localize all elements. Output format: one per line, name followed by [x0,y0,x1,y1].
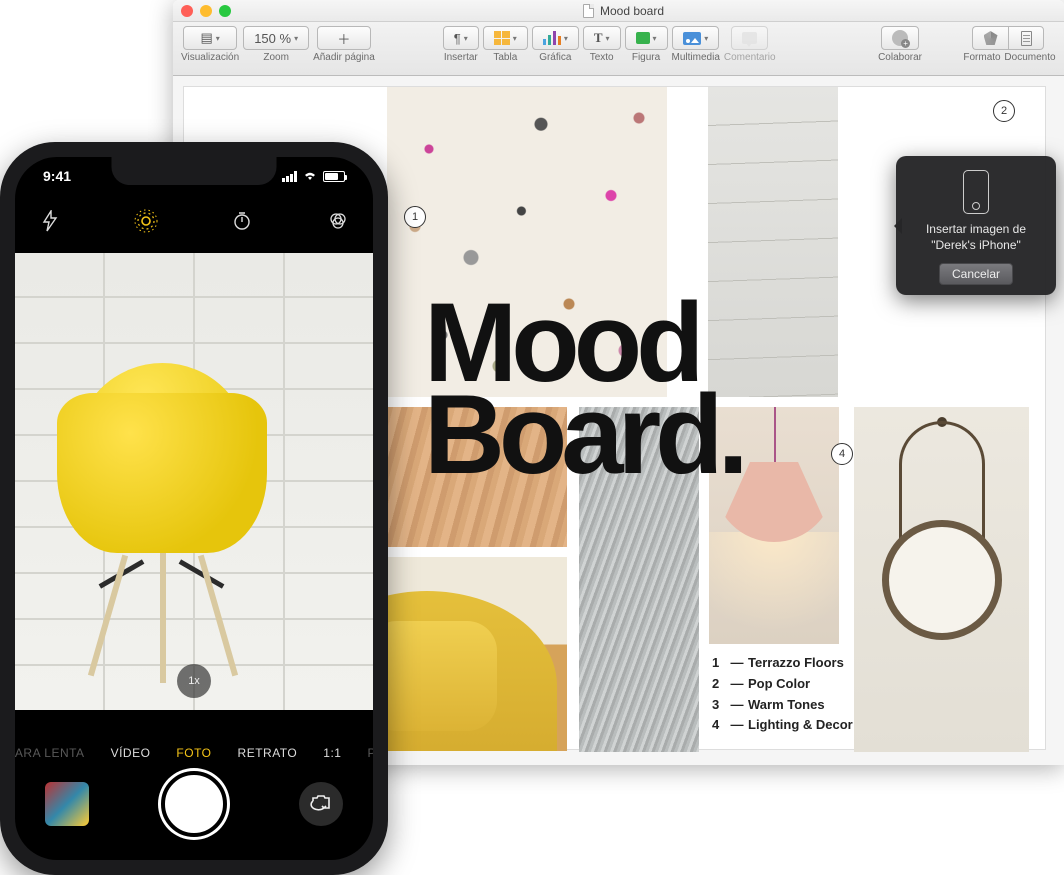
mode-photo[interactable]: FOTO [176,746,211,760]
last-photo-thumbnail[interactable] [45,782,89,826]
mirror-frame-icon [882,520,1002,640]
table-icon [494,31,510,45]
document-button[interactable] [1008,26,1044,50]
live-photo-icon[interactable] [133,208,159,234]
battery-icon [323,171,345,182]
comment-label: Comentario [724,52,776,63]
window-close-button[interactable] [181,5,193,17]
iphone-screen: 9:41 [15,157,373,860]
popover-cancel-button[interactable]: Cancelar [939,263,1013,285]
view-button[interactable]: ▤▾ [183,26,237,50]
switch-camera-button[interactable] [299,782,343,826]
format-label: Formato [960,52,1004,63]
brush-icon [984,31,998,45]
cellular-signal-icon [282,171,297,182]
shutter-button[interactable] [161,771,227,837]
zoom-label: Zoom [263,52,289,63]
legend-row: 1—Terrazzo Floors [712,653,853,674]
notch [112,157,277,185]
callout-1: 1 [404,206,426,228]
camera-viewfinder[interactable]: 1x [15,253,373,710]
toolbar: ▤▾ Visualización 150 %▾ Zoom ＋ Añadir pá… [173,22,1064,76]
shape-button[interactable]: ▾ [625,26,668,50]
window-title-text: Mood board [600,4,664,18]
chair-icon [57,393,267,553]
mode-square[interactable]: 1:1 [323,746,341,760]
legend-row: 2—Pop Color [712,674,853,695]
view-icon: ▤ [200,30,212,46]
mode-slowmo[interactable]: MARA LENTA [15,746,85,760]
media-label: Multimedia [672,52,720,63]
camera-modes[interactable]: MARA LENTA VÍDEO FOTO RETRATO 1:1 PA [15,746,373,760]
filters-icon[interactable] [325,208,351,234]
zoom-badge[interactable]: 1x [177,664,211,698]
window-minimize-button[interactable] [200,5,212,17]
chart-label: Gráfica [539,52,571,63]
insert-from-iphone-popover: Insertar imagen de"Derek's iPhone" Cance… [896,156,1056,295]
switch-camera-icon [309,792,333,816]
iphone-outline-icon [963,170,989,214]
wifi-icon [302,168,318,184]
view-label: Visualización [181,52,239,63]
shape-label: Figura [632,52,660,63]
chart-icon [543,31,561,45]
insert-button[interactable]: ¶▾ [443,26,479,50]
camera-bottom-controls [15,764,373,844]
comment-icon [742,32,757,44]
camera-top-controls [15,197,373,245]
iphone-device: 9:41 [0,142,388,875]
comment-button[interactable] [731,26,768,50]
titlebar: Mood board [173,0,1064,22]
window-zoom-button[interactable] [219,5,231,17]
status-time: 9:41 [43,168,71,184]
popover-message: Insertar imagen de"Derek's iPhone" [906,222,1046,253]
callout-4: 4 [831,443,853,465]
add-page-button[interactable]: ＋ [317,26,371,50]
collaborate-icon [892,30,908,46]
flash-icon[interactable] [37,208,63,234]
shape-icon [636,32,650,44]
zoom-value: 150 % [254,31,291,46]
mode-portrait[interactable]: RETRATO [238,746,298,760]
plus-icon: ＋ [337,29,350,48]
legend[interactable]: 1—Terrazzo Floors 2—Pop Color 3—Warm Ton… [712,653,853,736]
paragraph-icon: ¶ [454,31,461,46]
mode-video[interactable]: VÍDEO [111,746,151,760]
collaborate-button[interactable] [881,26,919,50]
mode-pano[interactable]: PA [367,746,373,760]
tile-mirror[interactable] [854,407,1029,752]
insert-label: Insertar [444,52,478,63]
callout-2: 2 [993,100,1015,122]
moodboard-title[interactable]: Mood Board. [424,297,743,481]
table-label: Tabla [493,52,517,63]
format-button[interactable] [972,26,1008,50]
media-button[interactable]: ▾ [672,26,719,50]
window-title: Mood board [583,4,704,18]
tile-sofa[interactable] [387,557,567,751]
text-button[interactable]: T▾ [583,26,621,50]
text-label: Texto [590,52,614,63]
table-button[interactable]: ▾ [483,26,528,50]
zoom-button[interactable]: 150 %▾ [243,26,309,50]
timer-icon[interactable] [229,208,255,234]
document-label: Documento [1004,52,1056,63]
text-icon: T [594,30,603,46]
legend-row: 3—Warm Tones [712,695,853,716]
chart-button[interactable]: ▾ [532,26,579,50]
document-icon [583,4,594,18]
legend-row: 4—Lighting & Decor [712,715,853,736]
add-page-label: Añadir página [313,52,375,63]
document-pane-icon [1021,31,1032,46]
media-icon [683,32,701,45]
collaborate-label: Colaborar [878,52,922,63]
title-line2: Board. [424,389,743,481]
